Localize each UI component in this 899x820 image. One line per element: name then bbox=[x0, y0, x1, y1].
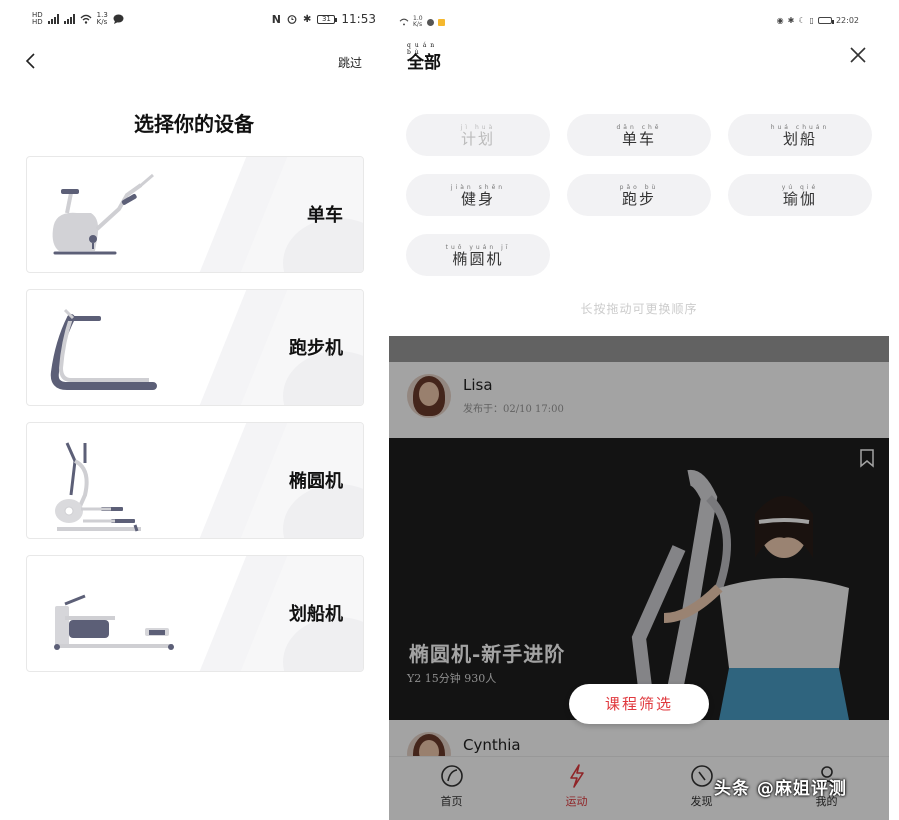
bluetooth-icon: ✱ bbox=[303, 13, 312, 25]
nfc-icon: N bbox=[271, 12, 282, 26]
eye-icon: ◉ bbox=[776, 16, 784, 25]
category-title: quán bù 全部 bbox=[407, 42, 441, 73]
video-meta: Y2 15分钟 930人 bbox=[407, 672, 497, 685]
elliptical-icon bbox=[55, 442, 141, 532]
notification-app-icon bbox=[437, 18, 445, 26]
previous-video-strip bbox=[389, 336, 889, 362]
author-name: Lisa bbox=[463, 376, 493, 394]
device-card-bike[interactable]: 单车 bbox=[26, 156, 364, 273]
treadmill-icon bbox=[50, 308, 157, 390]
bluetooth-icon: ✱ bbox=[787, 16, 795, 25]
device-card-treadmill[interactable]: 跑步机 bbox=[26, 289, 364, 406]
alarm-icon bbox=[287, 15, 297, 24]
watermark: 头条 @麻姐评测 bbox=[714, 779, 847, 799]
tab-sport[interactable]: 运动 bbox=[514, 757, 639, 820]
device-card-rower[interactable]: 划船机 bbox=[26, 555, 364, 672]
signal-icon bbox=[47, 14, 59, 24]
device-label: 跑步机 bbox=[289, 338, 343, 359]
device-card-elliptical[interactable]: 椭圆机 bbox=[26, 422, 364, 539]
status-bar-left: 1.0 K/s bbox=[399, 16, 445, 28]
vibrate-icon: ▯ bbox=[809, 16, 814, 25]
status-bar-right: ◉ ✱ ☾ ▯ 22:02 bbox=[777, 16, 859, 25]
course-category-screen: 1.0 K/s ◉ ✱ ☾ ▯ 22:02 quán bù 全部 jì huà 计… bbox=[389, 0, 889, 820]
device-label: 单车 bbox=[307, 205, 343, 226]
publish-time: 发布于：02/10 17:00 bbox=[463, 404, 564, 415]
video-thumbnail[interactable]: 椭圆机-新手进阶 Y2 15分钟 930人 bbox=[389, 438, 889, 720]
tab-home[interactable]: 首页 bbox=[389, 757, 514, 820]
back-icon[interactable] bbox=[24, 52, 38, 70]
chat-app-icon bbox=[426, 18, 434, 26]
wifi-icon bbox=[80, 14, 92, 24]
course-feed: Lisa 发布于：02/10 17:00 椭圆机-新手进阶 Y2 15分钟 93… bbox=[389, 336, 889, 820]
device-select-screen: HD HD 1.3 K/s N ✱ 31 11:53 跳过 选择你的设备 单车 … bbox=[0, 0, 388, 820]
battery-icon bbox=[817, 17, 834, 24]
bookmark-icon[interactable] bbox=[859, 448, 875, 468]
clock: 22:02 bbox=[835, 16, 859, 25]
network-type-icon: HD HD bbox=[32, 11, 43, 26]
page-title: 选择你的设备 bbox=[134, 112, 254, 136]
chip-rowing[interactable]: huá chuán 划船 bbox=[728, 114, 872, 156]
home-logo-icon bbox=[440, 765, 463, 787]
chip-fitness[interactable]: jiàn shēn 健身 bbox=[406, 174, 550, 216]
signal-icon-2 bbox=[63, 14, 75, 24]
avatar[interactable] bbox=[407, 374, 451, 418]
video-title: 椭圆机-新手进阶 bbox=[409, 642, 566, 666]
title-pinyin: quán bù bbox=[407, 42, 439, 56]
device-label: 划船机 bbox=[289, 604, 343, 625]
compass-icon bbox=[690, 765, 713, 787]
chip-running[interactable]: pǎo bù 跑步 bbox=[567, 174, 711, 216]
wifi-icon bbox=[399, 18, 409, 26]
exercise-bike-icon bbox=[52, 173, 154, 255]
device-list: 单车 跑步机 椭圆机 划船机 bbox=[26, 156, 364, 688]
course-filter-button[interactable]: 课程筛选 bbox=[569, 684, 709, 724]
net-speed: 1.3 K/s bbox=[96, 11, 108, 26]
status-bar-right: N ✱ 31 11:53 bbox=[272, 12, 376, 26]
battery-icon: 31 bbox=[317, 14, 338, 24]
post-author-row[interactable]: Lisa 发布于：02/10 17:00 bbox=[389, 362, 889, 438]
clock: 11:53 bbox=[341, 12, 376, 26]
message-icon bbox=[113, 14, 124, 24]
net-speed: 1.0 K/s bbox=[413, 15, 423, 28]
author-name: Cynthia bbox=[463, 736, 521, 754]
reorder-hint: 长按拖动可更换顺序 bbox=[580, 302, 698, 316]
lightning-icon bbox=[569, 764, 584, 788]
chip-bike[interactable]: dān chē 单车 bbox=[567, 114, 711, 156]
chip-yoga[interactable]: yú qié 瑜伽 bbox=[728, 174, 872, 216]
close-icon[interactable] bbox=[849, 46, 867, 64]
rowing-machine-icon bbox=[54, 594, 174, 650]
post-author-row-2[interactable]: Cynthia bbox=[389, 720, 889, 776]
device-label: 椭圆机 bbox=[289, 471, 343, 492]
chip-plan[interactable]: jì huà 计划 bbox=[406, 114, 550, 156]
skip-button[interactable]: 跳过 bbox=[338, 54, 362, 71]
moon-icon: ☾ bbox=[798, 16, 806, 25]
status-bar-left: HD HD 1.3 K/s bbox=[32, 12, 124, 26]
chip-elliptical[interactable]: tuǒ yuán jī 椭圆机 bbox=[406, 234, 550, 276]
